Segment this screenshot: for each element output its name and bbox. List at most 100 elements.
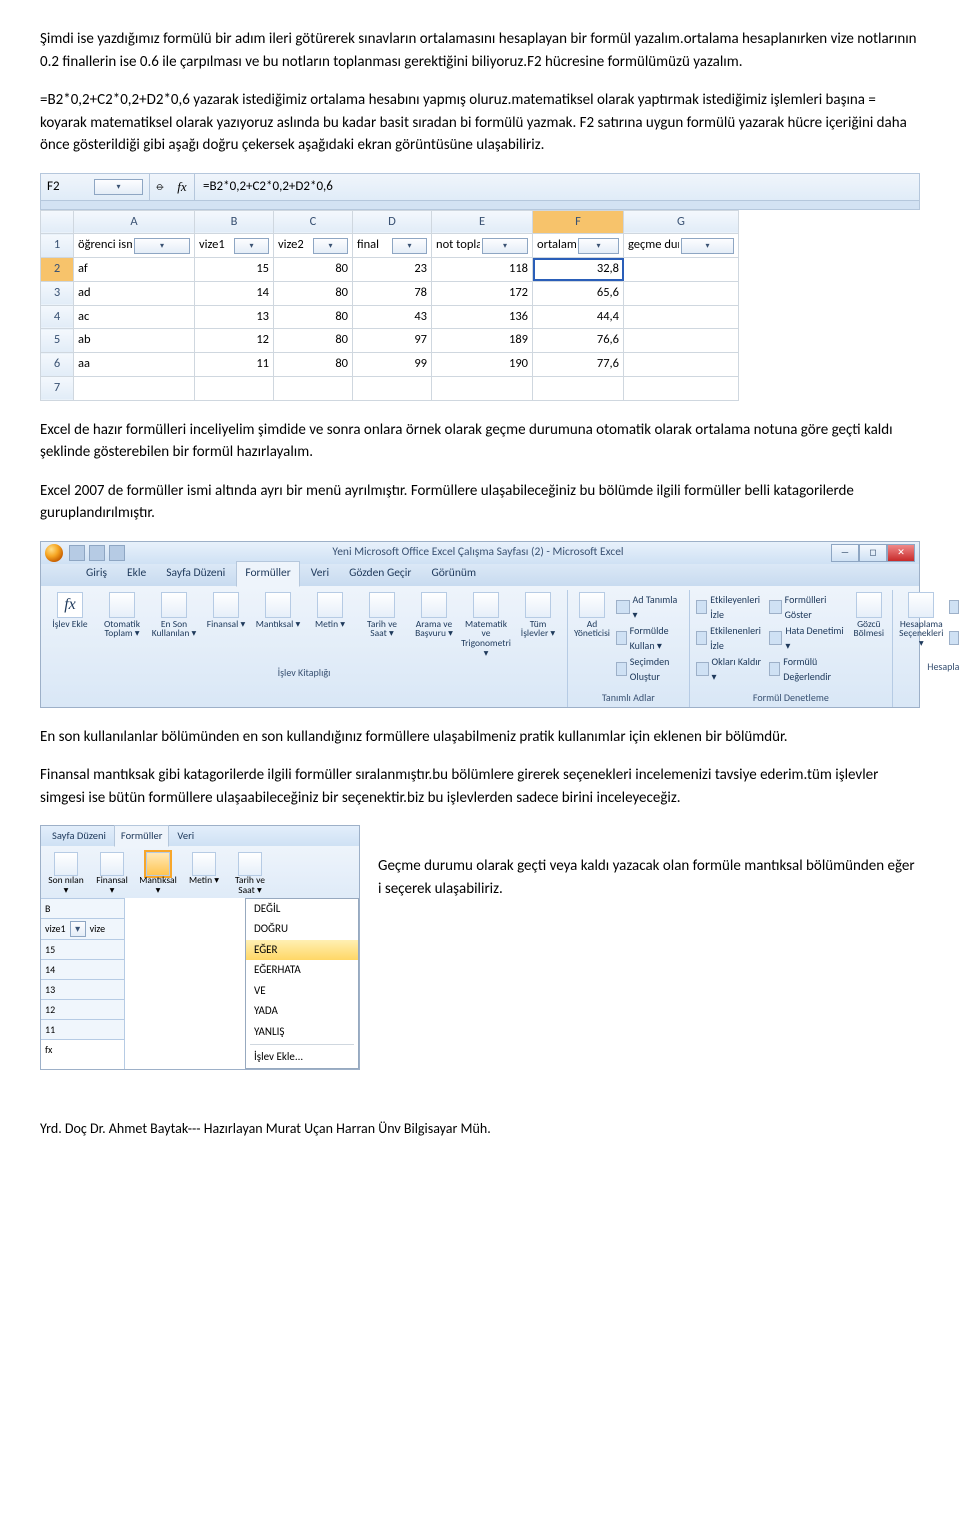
header-cell[interactable]: ortalama▾: [533, 234, 624, 258]
column-header[interactable]: A: [74, 210, 195, 234]
header-cell[interactable]: vize2▾: [274, 234, 353, 258]
cell[interactable]: 190: [432, 353, 533, 377]
ribbon-small-button[interactable]: Ad Tanımla ▾: [616, 592, 683, 622]
row-header[interactable]: 4: [41, 305, 74, 329]
dropdown-item[interactable]: YADA: [246, 1001, 358, 1022]
ribbon-tab[interactable]: Veri: [302, 561, 338, 585]
dropdown-item[interactable]: YANLIŞ: [246, 1022, 358, 1043]
ribbon-button[interactable]: Metin ▾: [307, 592, 353, 660]
ribbon-small-button[interactable]: Okları Kaldır ▾: [696, 654, 764, 684]
cell[interactable]: [533, 376, 624, 400]
column-header[interactable]: B: [195, 210, 274, 234]
filter-dropdown-icon[interactable]: ▾: [70, 921, 86, 937]
cell[interactable]: [624, 376, 739, 400]
filter-dropdown-icon[interactable]: ▾: [392, 238, 427, 254]
row-header[interactable]: 7: [41, 376, 74, 400]
menu-tab[interactable]: Formüller: [114, 825, 170, 847]
ribbon-small-button[interactable]: Sayfayı Hesapla: [949, 623, 960, 653]
cell[interactable]: 97: [353, 329, 432, 353]
minimize-button[interactable]: —: [831, 544, 859, 562]
ribbon-small-button[interactable]: Hata Denetimi ▾: [769, 623, 845, 653]
name-box[interactable]: F2 ▾: [41, 174, 150, 200]
ribbon-small-button[interactable]: Etkilenenleri İzle: [696, 623, 764, 653]
cell[interactable]: 11: [195, 353, 274, 377]
cell[interactable]: 78: [353, 281, 432, 305]
ribbon-tab[interactable]: Görünüm: [422, 561, 485, 585]
ribbon-small-button[interactable]: Seçimden Oluştur: [616, 654, 683, 684]
header-cell[interactable]: geçme durum▾: [624, 234, 739, 258]
cell[interactable]: [74, 376, 195, 400]
cell[interactable]: [624, 305, 739, 329]
cell[interactable]: 80: [274, 281, 353, 305]
row-header[interactable]: 1: [41, 234, 74, 258]
column-header[interactable]: G: [624, 210, 739, 234]
column-header[interactable]: C: [274, 210, 353, 234]
filter-dropdown-icon[interactable]: ▾: [578, 238, 619, 254]
cell[interactable]: [353, 376, 432, 400]
cell[interactable]: 65,6: [533, 281, 624, 305]
cell[interactable]: 15: [195, 258, 274, 282]
cell[interactable]: 136: [432, 305, 533, 329]
maximize-button[interactable]: ◻: [859, 544, 887, 562]
header-cell[interactable]: vize1▾: [195, 234, 274, 258]
ribbon-button[interactable]: fxİşlev Ekle: [47, 592, 93, 660]
ribbon-small-button[interactable]: Formülleri Göster: [769, 592, 845, 622]
filter-dropdown-icon[interactable]: ▾: [681, 238, 734, 254]
ribbon-button[interactable]: Tarih ve Saat ▾: [359, 592, 405, 660]
ribbon-button[interactable]: Arama ve Başvuru ▾: [411, 592, 457, 660]
qat-icon[interactable]: [109, 545, 125, 561]
row-header[interactable]: 3: [41, 281, 74, 305]
dropdown-item[interactable]: İşlev Ekle...: [246, 1047, 358, 1068]
cell[interactable]: 13: [195, 305, 274, 329]
row-header[interactable]: 2: [41, 258, 74, 282]
ribbon-small-button[interactable]: Etkileyenleri İzle: [696, 592, 764, 622]
filter-dropdown-icon[interactable]: ▾: [482, 238, 528, 254]
ribbon-button[interactable]: Otomatik Toplam ▾: [99, 592, 145, 660]
filter-dropdown-icon[interactable]: ▾: [134, 238, 190, 254]
cell[interactable]: 172: [432, 281, 533, 305]
dropdown-item[interactable]: DEĞİL: [246, 899, 358, 920]
cell[interactable]: 44,4: [533, 305, 624, 329]
ribbon-small-button[interactable]: Formülü Değerlendir: [769, 654, 845, 684]
cell[interactable]: 76,6: [533, 329, 624, 353]
cell[interactable]: 32,8: [533, 258, 624, 282]
header-cell[interactable]: final▾: [353, 234, 432, 258]
cell[interactable]: 80: [274, 329, 353, 353]
cell[interactable]: 23: [353, 258, 432, 282]
cell[interactable]: 189: [432, 329, 533, 353]
name-box-dropdown-icon[interactable]: ▾: [94, 179, 143, 195]
menu-tab[interactable]: Sayfa Düzeni: [45, 825, 113, 846]
ribbon-button[interactable]: Finansal ▾: [203, 592, 249, 660]
cell[interactable]: 77,6: [533, 353, 624, 377]
cell[interactable]: [624, 258, 739, 282]
cell[interactable]: [624, 353, 739, 377]
ribbon-button[interactable]: Mantıksal ▾: [255, 592, 301, 660]
menu-category-button[interactable]: Finansal ▾: [93, 852, 131, 896]
cell[interactable]: 14: [195, 281, 274, 305]
cell[interactable]: 80: [274, 353, 353, 377]
ribbon-tab[interactable]: Ekle: [118, 561, 155, 585]
ribbon-small-button[interactable]: Şimdi Hesapla: [949, 592, 960, 622]
header-cell[interactable]: not toplam▾: [432, 234, 533, 258]
cell[interactable]: aa: [74, 353, 195, 377]
cell[interactable]: [624, 329, 739, 353]
ribbon-tab[interactable]: Formüller: [236, 561, 299, 586]
cell[interactable]: [432, 376, 533, 400]
ribbon-button[interactable]: Tüm İşlevler ▾: [515, 592, 561, 660]
cell[interactable]: 99: [353, 353, 432, 377]
ribbon-tab[interactable]: Gözden Geçir: [340, 561, 420, 585]
menu-category-button[interactable]: Mantıksal ▾: [139, 852, 177, 896]
ribbon-button[interactable]: En Son Kullanılan ▾: [151, 592, 197, 660]
cell[interactable]: [624, 281, 739, 305]
cell[interactable]: ad: [74, 281, 195, 305]
formula-bar-value[interactable]: =B2*0,2+C2*0,2+D2*0,6: [195, 177, 919, 197]
header-cell[interactable]: öğrenci ismi▾: [74, 234, 195, 258]
cell[interactable]: ab: [74, 329, 195, 353]
cell[interactable]: 80: [274, 305, 353, 329]
fx-icon[interactable]: fx: [170, 174, 195, 200]
menu-category-button[interactable]: Metin ▾: [185, 852, 223, 896]
ribbon-small-button[interactable]: Formülde Kullan ▾: [616, 623, 683, 653]
office-orb-icon[interactable]: [45, 544, 63, 562]
cell[interactable]: 118: [432, 258, 533, 282]
cell[interactable]: [195, 376, 274, 400]
